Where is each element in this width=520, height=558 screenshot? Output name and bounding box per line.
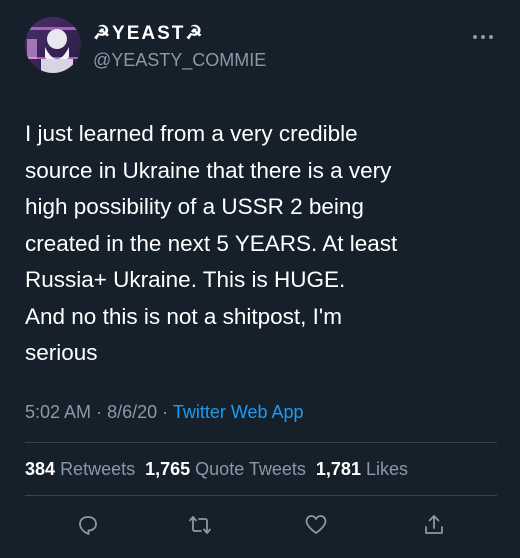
meta-separator: ·	[96, 402, 103, 422]
avatar[interactable]	[25, 17, 81, 73]
tweet-date[interactable]: 8/6/20	[107, 402, 157, 422]
quotes-count: 1,765	[145, 459, 191, 479]
tweet-card: ☭YEAST☭ @YEASTY_COMMIE I just learned fr…	[0, 0, 520, 558]
heart-icon	[305, 515, 327, 534]
like-button[interactable]	[301, 510, 331, 540]
action-bar	[0, 510, 520, 540]
quotes-label: Quote Tweets	[195, 459, 306, 479]
more-dots-icon	[473, 35, 493, 39]
quotes-stat[interactable]: 1,765 Quote Tweets	[145, 459, 306, 479]
reply-button[interactable]	[73, 510, 103, 540]
tweet-meta: 5:02 AM · 8/6/20 · Twitter Web App	[25, 402, 304, 423]
tweet-text-line: serious	[25, 340, 98, 365]
meta-separator: ·	[162, 402, 169, 422]
likes-label: Likes	[365, 459, 408, 479]
tweet-text-line: I just learned from a very credible	[25, 121, 358, 146]
retweets-label: Retweets	[60, 459, 136, 479]
retweets-count: 384	[25, 459, 56, 479]
divider	[25, 495, 497, 496]
retweet-icon	[189, 516, 211, 534]
retweet-button[interactable]	[185, 510, 215, 540]
tweet-text-line: created in the next 5 YEARS. At least	[25, 230, 398, 256]
likes-stat[interactable]: 1,781 Likes	[316, 459, 408, 479]
tweet-text-line: source in Ukraine that there is a very	[25, 157, 392, 183]
tweet-time[interactable]: 5:02 AM	[25, 402, 91, 422]
tweet-text-line: Russia+ Ukraine. This is HUGE.	[25, 267, 346, 292]
avatar-image	[25, 17, 81, 73]
tweet-text: I just learned from a very credible sour…	[25, 116, 505, 372]
divider	[25, 442, 497, 443]
retweets-stat[interactable]: 384 Retweets	[25, 459, 135, 479]
tweet-text-line: high possibility of a USSR 2 being	[25, 194, 364, 219]
tweet-text-line: And no this is not a shitpost, I'm	[25, 303, 342, 329]
tweet-source-link[interactable]: Twitter Web App	[173, 402, 304, 422]
user-handle[interactable]: @YEASTY_COMMIE	[93, 50, 266, 71]
share-icon	[425, 515, 443, 534]
display-name[interactable]: ☭YEAST☭	[93, 22, 204, 45]
engagement-stats: 384 Retweets 1,765 Quote Tweets 1,781 Like…	[25, 459, 408, 480]
likes-count: 1,781	[315, 459, 361, 479]
more-options-button[interactable]	[468, 27, 498, 47]
reply-icon	[79, 516, 97, 535]
share-button[interactable]	[419, 510, 449, 540]
